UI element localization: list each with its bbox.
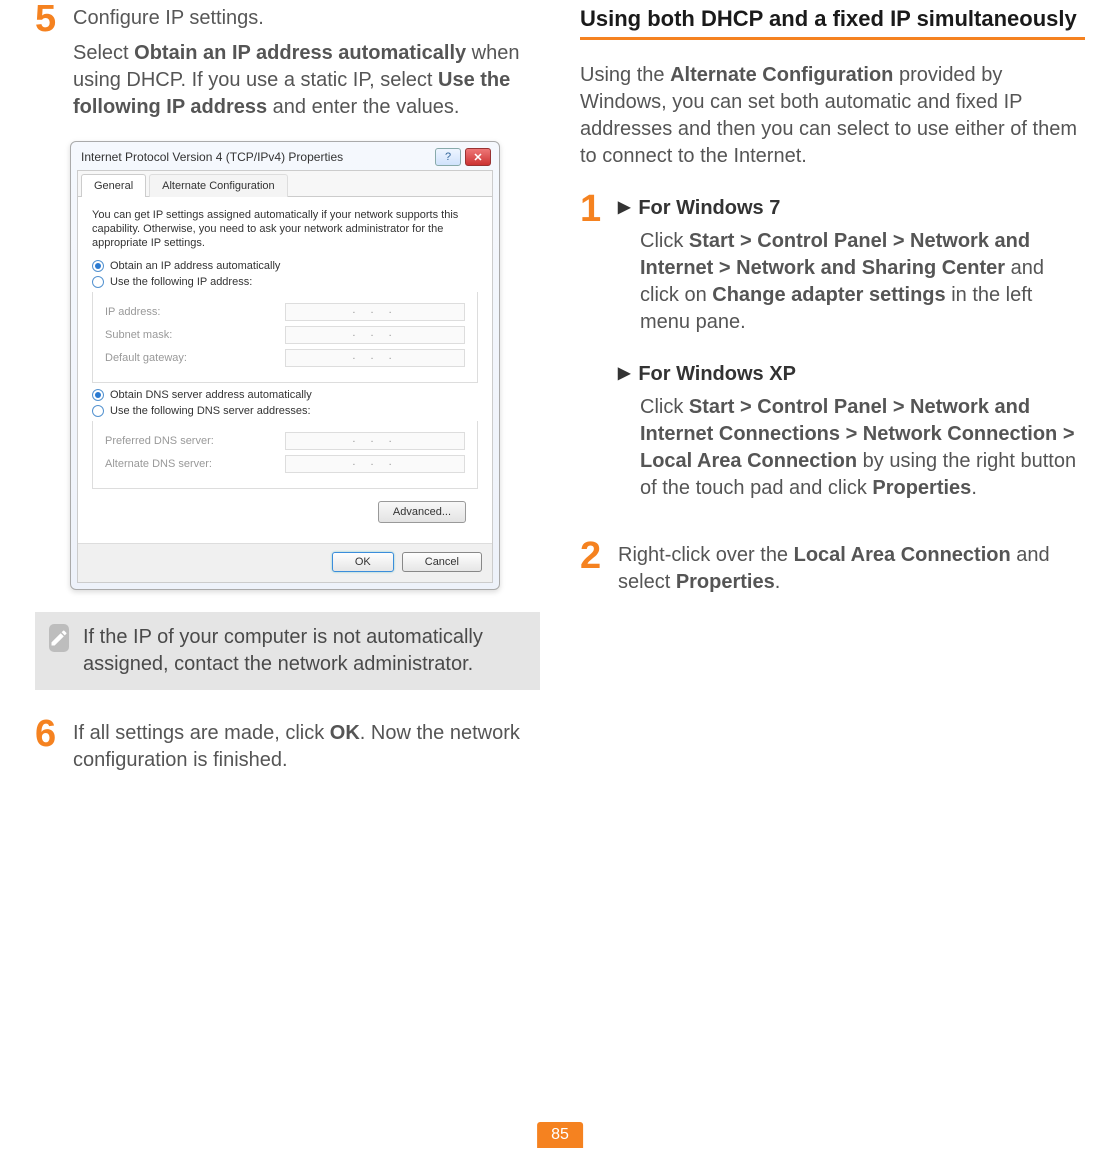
radio-label: Use the following IP address: (110, 276, 252, 288)
windows-7-item: ▶ For Windows 7 Click Start > Control Pa… (618, 195, 1085, 336)
windows-xp-heading: ▶ For Windows XP (618, 361, 1085, 388)
step-5-heading: Configure IP settings. (73, 5, 540, 32)
field-label: Preferred DNS server: (105, 435, 214, 447)
dialog-title: Internet Protocol Version 4 (TCP/IPv4) P… (81, 150, 343, 164)
text-bold: Obtain an IP address automatically (134, 42, 466, 64)
text: . (971, 477, 977, 499)
row-ip-address: IP address: . . . (105, 303, 465, 321)
step-2-right: 2 Right-click over the Local Area Connec… (580, 542, 1085, 596)
text: Click (640, 230, 689, 252)
radio-icon (92, 405, 104, 417)
dialog-footer: OK Cancel (78, 543, 492, 582)
step-number-5: 5 (35, 0, 63, 38)
note-box: If the IP of your computer is not automa… (35, 612, 540, 690)
page-number: 85 (537, 1122, 583, 1148)
right-column: Using both DHCP and a fixed IP simultane… (580, 5, 1085, 789)
step-number-6: 6 (35, 715, 63, 753)
radio-label: Obtain DNS server address automatically (110, 389, 312, 401)
text-bold: Start > Control Panel > Network and Inte… (640, 230, 1030, 279)
subnet-mask-input[interactable]: . . . (285, 326, 465, 344)
advanced-button[interactable]: Advanced... (378, 501, 466, 523)
step-5-text: Select Obtain an IP address automaticall… (73, 40, 540, 121)
heading-text: For Windows 7 (638, 195, 780, 222)
field-label: IP address: (105, 306, 160, 318)
radio-obtain-ip-auto[interactable]: Obtain an IP address automatically (92, 260, 478, 272)
arrow-icon: ▶ (618, 197, 630, 219)
windows-xp-item: ▶ For Windows XP Click Start > Control P… (618, 361, 1085, 502)
heading-underline (580, 37, 1085, 40)
text-bold: Properties (676, 571, 775, 593)
text-bold: Alternate Configuration (670, 64, 893, 86)
dialog-body: General Alternate Configuration You can … (77, 170, 493, 583)
row-alternate-dns: Alternate DNS server: . . . (105, 455, 465, 473)
radio-icon (92, 389, 104, 401)
windows-7-heading: ▶ For Windows 7 (618, 195, 1085, 222)
row-subnet-mask: Subnet mask: . . . (105, 326, 465, 344)
heading-text: For Windows XP (638, 361, 796, 388)
radio-label: Use the following DNS server addresses: (110, 405, 311, 417)
left-column: 5 Configure IP settings. Select Obtain a… (35, 5, 540, 789)
ipv4-properties-dialog: Internet Protocol Version 4 (TCP/IPv4) P… (70, 141, 500, 590)
step-1-right: 1 ▶ For Windows 7 Click Start > Control … (580, 195, 1085, 527)
text: . (775, 571, 781, 593)
dns-fields-group: Preferred DNS server: . . . Alternate DN… (92, 421, 478, 489)
radio-icon (92, 260, 104, 272)
windows-7-body: Click Start > Control Panel > Network an… (640, 228, 1085, 336)
ip-fields-group: IP address: . . . Subnet mask: . . . Def… (92, 292, 478, 383)
ok-button[interactable]: OK (332, 552, 394, 572)
dialog-tabs: General Alternate Configuration (78, 171, 492, 197)
arrow-icon: ▶ (618, 363, 630, 385)
text: Right-click over the (618, 544, 794, 566)
radio-icon (92, 276, 104, 288)
radio-obtain-dns-auto[interactable]: Obtain DNS server address automatically (92, 389, 478, 401)
text-bold: Local Area Connection (794, 544, 1011, 566)
text: Using the (580, 64, 670, 86)
field-label: Alternate DNS server: (105, 458, 212, 470)
cancel-button[interactable]: Cancel (402, 552, 482, 572)
dialog-titlebar: Internet Protocol Version 4 (TCP/IPv4) P… (71, 142, 499, 170)
text: Click (640, 396, 689, 418)
note-icon (49, 624, 69, 652)
tab-alternate[interactable]: Alternate Configuration (149, 174, 288, 197)
text-bold: Properties (872, 477, 971, 499)
ip-address-input[interactable]: . . . (285, 303, 465, 321)
dialog-description: You can get IP settings assigned automat… (92, 209, 478, 250)
intro-paragraph: Using the Alternate Configuration provid… (580, 62, 1085, 170)
close-button[interactable]: ✕ (465, 148, 491, 166)
help-button[interactable]: ? (435, 148, 461, 166)
text-bold: OK (330, 722, 360, 744)
row-default-gateway: Default gateway: . . . (105, 349, 465, 367)
note-text: If the IP of your computer is not automa… (83, 624, 526, 678)
default-gateway-input[interactable]: . . . (285, 349, 465, 367)
step-6-body: If all settings are made, click OK. Now … (73, 720, 540, 774)
step-2-body: Right-click over the Local Area Connecti… (618, 542, 1085, 596)
radio-use-following-ip[interactable]: Use the following IP address: (92, 276, 478, 288)
step-5-body: Configure IP settings. Select Obtain an … (73, 5, 540, 121)
step-5: 5 Configure IP settings. Select Obtain a… (35, 5, 540, 121)
text: and enter the values. (267, 96, 459, 118)
step-number-2: 2 (580, 537, 608, 575)
field-label: Subnet mask: (105, 329, 172, 341)
preferred-dns-input[interactable]: . . . (285, 432, 465, 450)
windows-xp-body: Click Start > Control Panel > Network an… (640, 394, 1085, 502)
radio-use-following-dns[interactable]: Use the following DNS server addresses: (92, 405, 478, 417)
text: Select (73, 42, 134, 64)
section-heading: Using both DHCP and a fixed IP simultane… (580, 5, 1085, 34)
text: If all settings are made, click (73, 722, 330, 744)
field-label: Default gateway: (105, 352, 187, 364)
radio-label: Obtain an IP address automatically (110, 260, 280, 272)
text-bold: Change adapter settings (712, 284, 945, 306)
tab-general[interactable]: General (81, 174, 146, 197)
row-preferred-dns: Preferred DNS server: . . . (105, 432, 465, 450)
step-number-1: 1 (580, 190, 608, 228)
step-6: 6 If all settings are made, click OK. No… (35, 720, 540, 774)
alternate-dns-input[interactable]: . . . (285, 455, 465, 473)
